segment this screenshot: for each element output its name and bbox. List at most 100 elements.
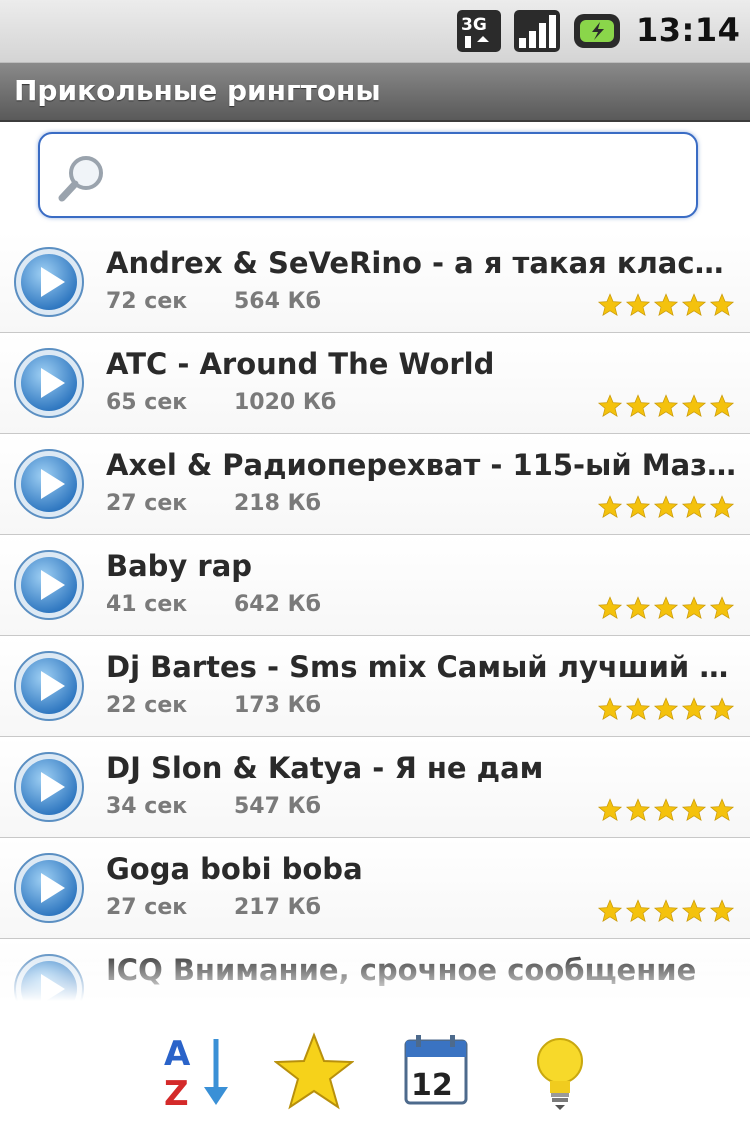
bottom-toolbar: A Z 12 [0, 1005, 750, 1125]
ringtone-meta: 27 сек 218 Кб [106, 491, 321, 516]
star-icon [681, 899, 707, 922]
play-icon[interactable] [12, 851, 86, 925]
ringtone-duration: 65 сек [106, 390, 188, 415]
star-icon [681, 293, 707, 316]
list-fade [0, 950, 750, 1010]
list-item[interactable]: Baby rap 41 сек 642 Кб [0, 535, 750, 636]
3g-icon: 3G [457, 10, 501, 52]
star-icon [653, 596, 679, 619]
sort-az-icon[interactable]: A Z [158, 1031, 238, 1111]
star-icon [625, 495, 651, 518]
ringtone-size: 1020 Кб [234, 390, 337, 415]
rating-stars [597, 697, 735, 720]
star-icon [597, 798, 623, 821]
star-icon [625, 596, 651, 619]
svg-text:A: A [164, 1034, 191, 1074]
star-icon [597, 495, 623, 518]
ringtone-meta: 41 сек 642 Кб [106, 592, 321, 617]
star-icon [653, 697, 679, 720]
list-item[interactable]: Goga bobi boba 27 сек 217 Кб [0, 838, 750, 939]
star-icon [625, 899, 651, 922]
ringtone-meta: 72 сек 564 Кб [106, 289, 321, 314]
star-icon [681, 394, 707, 417]
star-icon [709, 697, 735, 720]
star-icon [597, 394, 623, 417]
play-icon[interactable] [12, 750, 86, 824]
svg-text:12: 12 [411, 1068, 453, 1103]
star-icon [597, 697, 623, 720]
play-icon[interactable] [12, 548, 86, 622]
rating-stars [597, 596, 735, 619]
rating-stars [597, 798, 735, 821]
lightbulb-icon[interactable] [520, 1031, 600, 1111]
ringtone-size: 173 Кб [234, 693, 321, 718]
star-icon [653, 495, 679, 518]
ringtone-duration: 41 сек [106, 592, 188, 617]
app-title: Прикольные рингтоны [14, 74, 381, 107]
rating-stars [597, 394, 735, 417]
ringtone-title: ATC - Around The World [106, 347, 495, 381]
ringtone-title: Axel & Радиоперехват - 115-ый Мазд... [106, 448, 740, 482]
ringtone-title: Baby rap [106, 549, 253, 583]
star-icon [709, 798, 735, 821]
ringtone-duration: 27 сек [106, 895, 188, 920]
star-icon [625, 394, 651, 417]
ringtone-title: Andrex & SeVeRino - а я такая классн... [106, 246, 740, 280]
star-icon [653, 899, 679, 922]
star-icon [653, 798, 679, 821]
star-icon [709, 596, 735, 619]
ringtone-duration: 72 сек [106, 289, 188, 314]
star-icon [681, 697, 707, 720]
star-icon[interactable] [274, 1031, 354, 1111]
ringtone-size: 564 Кб [234, 289, 321, 314]
list-item[interactable]: Axel & Радиоперехват - 115-ый Мазд... 27 … [0, 434, 750, 535]
svg-text:Z: Z [164, 1074, 189, 1111]
search-icon [58, 156, 103, 202]
play-icon[interactable] [12, 649, 86, 723]
play-icon[interactable] [12, 346, 86, 420]
star-icon [709, 394, 735, 417]
star-icon [625, 697, 651, 720]
play-icon[interactable] [12, 245, 86, 319]
ringtone-size: 547 Кб [234, 794, 321, 819]
star-icon [653, 293, 679, 316]
battery-icon [574, 14, 620, 48]
list-item[interactable]: Andrex & SeVeRino - а я такая классн... 7… [0, 232, 750, 333]
ringtone-meta: 27 сек 217 Кб [106, 895, 321, 920]
clock: 13:14 [636, 11, 741, 49]
ringtone-duration: 34 сек [106, 794, 188, 819]
star-icon [681, 596, 707, 619]
rating-stars [597, 899, 735, 922]
ringtone-title: Dj Bartes - Sms mix Самый лучший ф... [106, 650, 740, 684]
star-icon [597, 899, 623, 922]
calendar-icon[interactable]: 12 [398, 1031, 478, 1111]
star-icon [681, 495, 707, 518]
star-icon [709, 495, 735, 518]
list-item[interactable]: Dj Bartes - Sms mix Самый лучший ф... 22 … [0, 636, 750, 737]
ringtone-title: Goga bobi boba [106, 852, 363, 886]
search-input[interactable] [120, 152, 684, 202]
ringtone-size: 217 Кб [234, 895, 321, 920]
star-icon [625, 798, 651, 821]
list-item[interactable]: ATC - Around The World 65 сек 1020 Кб [0, 333, 750, 434]
svg-text:3G: 3G [461, 15, 487, 35]
star-icon [625, 293, 651, 316]
list-item[interactable]: DJ Slon & Katya - Я не дам 34 сек 547 Кб [0, 737, 750, 838]
ringtone-size: 642 Кб [234, 592, 321, 617]
rating-stars [597, 293, 735, 316]
star-icon [681, 798, 707, 821]
rating-stars [597, 495, 735, 518]
star-icon [709, 293, 735, 316]
search-box[interactable] [38, 132, 698, 218]
signal-icon [514, 10, 560, 52]
play-icon[interactable] [12, 447, 86, 521]
ringtone-meta: 22 сек 173 Кб [106, 693, 321, 718]
status-bar: 3G 13:14 [0, 0, 750, 63]
star-icon [597, 293, 623, 316]
star-icon [709, 899, 735, 922]
ringtone-duration: 22 сек [106, 693, 188, 718]
ringtone-list[interactable]: Andrex & SeVeRino - а я такая классн... 7… [0, 232, 750, 1004]
title-bar: Прикольные рингтоны [0, 63, 750, 122]
ringtone-title: DJ Slon & Katya - Я не дам [106, 751, 544, 785]
ringtone-size: 218 Кб [234, 491, 321, 516]
